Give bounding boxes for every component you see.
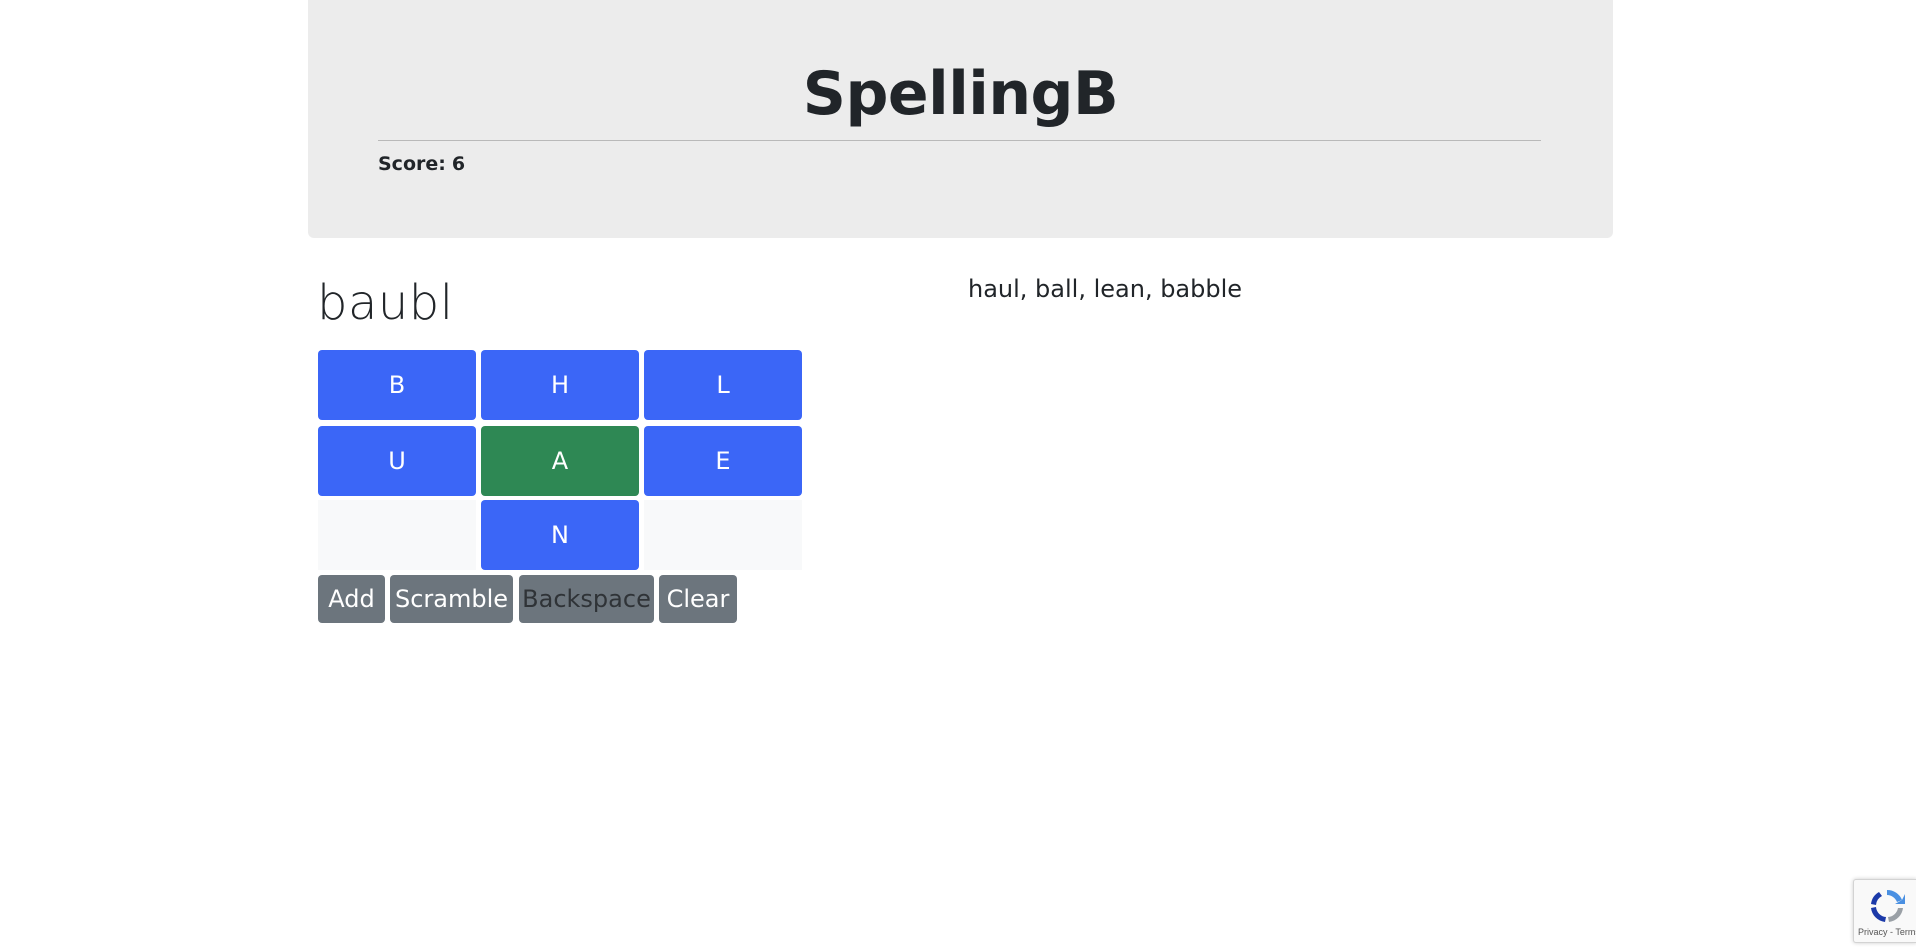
current-word: baubl bbox=[317, 275, 454, 331]
letter-tile-e[interactable]: E bbox=[644, 426, 802, 496]
recaptcha-links: Privacy - Terms bbox=[1858, 926, 1916, 938]
recaptcha-icon bbox=[1871, 889, 1905, 922]
letter-tile-u[interactable]: U bbox=[318, 426, 476, 496]
empty-tile-slot bbox=[318, 500, 476, 570]
score-value: 6 bbox=[451, 153, 466, 175]
terms-link[interactable]: Terms bbox=[1895, 927, 1916, 937]
recaptcha-badge[interactable]: Privacy - Terms bbox=[1853, 879, 1916, 943]
header-divider bbox=[378, 140, 1541, 141]
backspace-button[interactable]: Backspace bbox=[519, 575, 654, 623]
score-display: Score: 6 bbox=[378, 151, 465, 177]
center-letter-tile[interactable]: A bbox=[481, 426, 639, 496]
page: SpellingB Score: 6 baubl haul, ball, lean… bbox=[0, 0, 1916, 949]
empty-tile-slot bbox=[644, 500, 802, 570]
found-words-list: haul, ball, lean, babble bbox=[968, 275, 1243, 303]
score-label: Score: bbox=[378, 153, 446, 175]
link-separator: - bbox=[1890, 927, 1894, 937]
clear-button[interactable]: Clear bbox=[659, 575, 737, 623]
letter-tile-b[interactable]: B bbox=[318, 350, 476, 420]
header-panel: SpellingB Score: 6 bbox=[308, 0, 1613, 238]
letter-tile-l[interactable]: L bbox=[644, 350, 802, 420]
add-button[interactable]: Add bbox=[318, 575, 385, 623]
letter-tile-n[interactable]: N bbox=[481, 500, 639, 570]
page-title: SpellingB bbox=[802, 59, 1119, 129]
privacy-link[interactable]: Privacy bbox=[1858, 927, 1888, 937]
letter-tile-h[interactable]: H bbox=[481, 350, 639, 420]
scramble-button[interactable]: Scramble bbox=[390, 575, 513, 623]
